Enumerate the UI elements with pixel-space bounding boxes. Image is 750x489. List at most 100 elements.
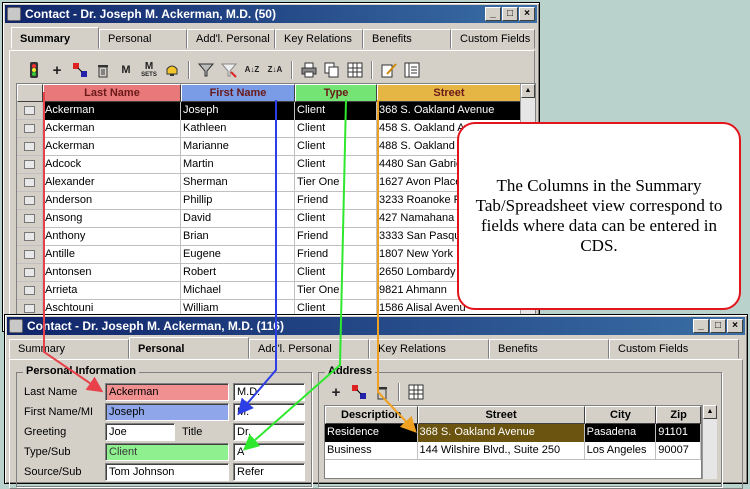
toolbar-separator (188, 61, 190, 79)
address-row[interactable]: Residence 368 S. Oakland Avenue Pasadena… (325, 424, 701, 442)
address-vertical-scrollbar[interactable]: ▲ (702, 405, 717, 479)
cell-first: Michael (181, 282, 295, 300)
window-title-bar[interactable]: Contact - Dr. Joseph M. Ackerman, M.D. (… (5, 5, 537, 23)
m-icon[interactable]: M (116, 60, 136, 80)
delete-icon[interactable] (372, 382, 392, 402)
address-city-cell: Los Angeles (585, 442, 657, 460)
merge-icon[interactable] (349, 382, 369, 402)
address-street-cell: 368 S. Oakland Avenue (417, 424, 585, 442)
suffix-field[interactable]: M.D. (233, 383, 305, 401)
filter-icon[interactable] (196, 60, 216, 80)
address-column-street[interactable]: Street (417, 406, 585, 424)
maximize-icon[interactable]: □ (710, 319, 726, 333)
tab-strip-2: Summary Personal Add'l. Personal Key Rel… (9, 337, 739, 359)
column-header-first-name[interactable]: First Name (181, 84, 295, 102)
edit-icon[interactable] (379, 60, 399, 80)
address-row[interactable]: Business 144 Wilshire Blvd., Suite 250 L… (325, 442, 701, 460)
toolbar-separator (371, 61, 373, 79)
merge-icon[interactable] (70, 60, 90, 80)
row-selector-icon[interactable] (17, 228, 43, 245)
row-selector-icon[interactable] (17, 138, 43, 155)
cell-type: Friend (295, 192, 377, 210)
tab-addl-personal[interactable]: Add'l. Personal (187, 29, 275, 49)
tab-custom-fields[interactable]: Custom Fields (609, 339, 739, 359)
cell-type: Client (295, 102, 377, 120)
source-sub-field[interactable]: Refer (233, 463, 305, 481)
minimize-icon[interactable]: _ (693, 319, 709, 333)
tab-addl-personal[interactable]: Add'l. Personal (249, 339, 369, 359)
m-sets-m: M (144, 60, 154, 72)
greeting-label: Greeting (24, 426, 67, 438)
address-column-description[interactable]: Description (325, 406, 418, 424)
copy-icon[interactable] (322, 60, 342, 80)
grid-header: Last Name First Name Type Street (17, 84, 535, 102)
m-sets-icon[interactable]: M SETS (139, 60, 159, 80)
type-field[interactable]: Client (105, 443, 229, 461)
source-sub-label: Source/Sub (24, 466, 82, 478)
delete-icon[interactable] (93, 60, 113, 80)
cell-first: Brian (181, 228, 295, 246)
row-selector-icon[interactable] (17, 102, 43, 119)
scroll-up-icon[interactable]: ▲ (521, 84, 535, 98)
m-sets-label: SETS (141, 71, 157, 78)
callout-text: The Columns in the Summary Tab/Spreadshe… (475, 176, 723, 255)
tab-personal[interactable]: Personal (129, 337, 249, 359)
row-selector-icon[interactable] (17, 246, 43, 263)
sort-za-icon[interactable]: Z↓A (265, 60, 285, 80)
middle-initial-field[interactable]: M. (233, 403, 305, 421)
tab-summary[interactable]: Summary (11, 27, 99, 49)
column-header-type[interactable]: Type (295, 84, 377, 102)
tab-benefits[interactable]: Benefits (363, 29, 451, 49)
type-sub-label: Type/Sub (24, 446, 71, 458)
row-selector-icon[interactable] (17, 210, 43, 227)
tab-personal[interactable]: Personal (99, 29, 187, 49)
window-title-bar-2[interactable]: Contact - Dr. Joseph M. Ackerman, M.D. (… (7, 317, 745, 335)
last-name-field[interactable]: Ackerman (105, 383, 229, 401)
print-icon[interactable] (299, 60, 319, 80)
source-field[interactable]: Tom Johnson (105, 463, 229, 481)
tab-key-relations[interactable]: Key Relations (275, 29, 363, 49)
grid-icon[interactable] (406, 382, 426, 402)
row-selector-icon[interactable] (17, 156, 43, 173)
traffic-light-icon[interactable] (24, 60, 44, 80)
add-icon[interactable]: + (47, 60, 67, 80)
title-field[interactable]: Dr. (233, 423, 305, 441)
close-icon[interactable]: × (519, 7, 535, 21)
bell-icon[interactable] (162, 60, 182, 80)
tab-summary[interactable]: Summary (9, 339, 129, 359)
row-selector-icon[interactable] (17, 264, 43, 281)
list-icon[interactable] (402, 60, 422, 80)
address-grid: Description Street City Zip Residence 36… (324, 405, 702, 479)
cell-last: Arrieta (43, 282, 181, 300)
minimize-icon[interactable]: _ (485, 7, 501, 21)
row-selector-icon[interactable] (17, 174, 43, 191)
tab-custom-fields[interactable]: Custom Fields (451, 29, 535, 49)
column-header-last-name[interactable]: Last Name (43, 84, 181, 102)
tab-benefits[interactable]: Benefits (489, 339, 609, 359)
grid-icon[interactable] (345, 60, 365, 80)
sort-az-icon[interactable]: A↓Z (242, 60, 262, 80)
column-header-street[interactable]: Street (377, 84, 521, 102)
greeting-field[interactable]: Joe (105, 423, 175, 441)
sub-type-field[interactable]: A (233, 443, 305, 461)
row-selector-icon[interactable] (17, 120, 43, 137)
first-name-field[interactable]: Joseph (105, 403, 229, 421)
first-name-label: First Name/MI (24, 406, 94, 418)
scroll-up-icon[interactable]: ▲ (703, 405, 717, 419)
row-selector-header (17, 84, 43, 102)
address-column-zip[interactable]: Zip (656, 406, 701, 424)
cell-first: Eugene (181, 246, 295, 264)
table-row[interactable]: Ackerman Joseph Client 368 S. Oakland Avenu… (17, 102, 535, 120)
close-icon[interactable]: × (727, 319, 743, 333)
maximize-icon[interactable]: □ (502, 7, 518, 21)
cell-first: Martin (181, 156, 295, 174)
clear-filter-icon[interactable] (219, 60, 239, 80)
add-icon[interactable]: + (326, 382, 346, 402)
address-toolbar: + (326, 382, 426, 402)
row-selector-icon[interactable] (17, 192, 43, 209)
cell-type: Friend (295, 246, 377, 264)
row-selector-icon[interactable] (17, 282, 43, 299)
tab-key-relations[interactable]: Key Relations (369, 339, 489, 359)
cell-type: Client (295, 138, 377, 156)
address-column-city[interactable]: City (584, 406, 657, 424)
